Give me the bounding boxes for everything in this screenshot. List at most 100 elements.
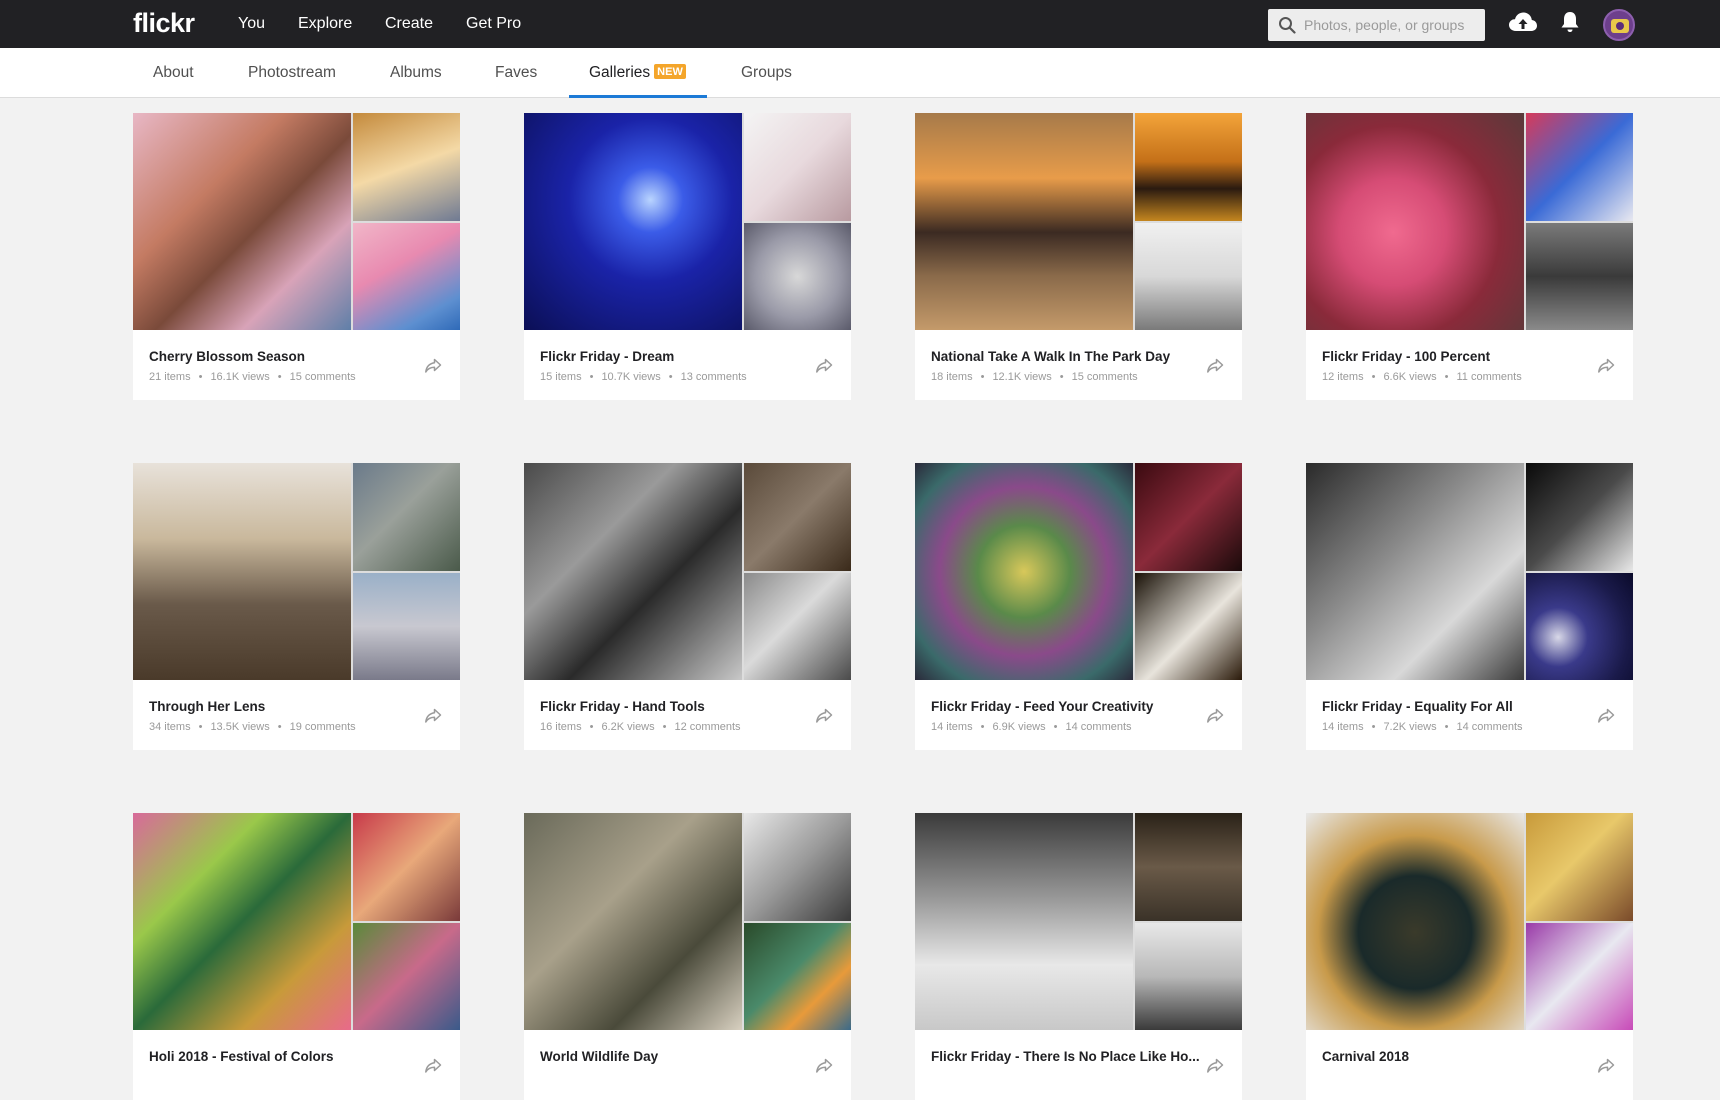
share-arrow-icon[interactable] [424, 358, 442, 374]
gallery-title[interactable]: National Take A Walk In The Park Day [931, 349, 1170, 364]
nav-explore[interactable]: Explore [298, 15, 352, 33]
gallery-cover-photo [915, 813, 1133, 1030]
gallery-comment-count: 15 comments [289, 371, 356, 383]
tab-galleries[interactable]: Galleries NEW [589, 64, 686, 82]
gallery-view-count: 12.1K views [992, 371, 1052, 383]
gallery-cover-mosaic[interactable] [524, 813, 851, 1030]
tab-faves[interactable]: Faves [495, 64, 537, 82]
tab-galleries-label: Galleries [589, 64, 651, 81]
gallery-cover-photo [1306, 463, 1524, 680]
separator-dot: • [980, 721, 985, 733]
separator-dot: • [277, 371, 282, 383]
gallery-cover-mosaic[interactable] [915, 113, 1242, 330]
gallery-card[interactable]: Flickr Friday - Equality For All 14 items… [1306, 463, 1633, 750]
cloud-upload-icon[interactable] [1508, 10, 1538, 36]
share-arrow-icon[interactable] [1597, 358, 1615, 374]
separator-dot: • [198, 371, 203, 383]
gallery-thumb-photo [1135, 573, 1242, 680]
share-arrow-icon[interactable] [424, 1058, 442, 1074]
gallery-cover-photo [915, 113, 1133, 330]
share-arrow-icon[interactable] [1597, 1058, 1615, 1074]
gallery-cover-mosaic[interactable] [1306, 113, 1633, 330]
gallery-cover-mosaic[interactable] [915, 813, 1242, 1030]
flickr-logo[interactable]: flickr [133, 8, 195, 39]
gallery-card[interactable]: National Take A Walk In The Park Day 18 i… [915, 113, 1242, 400]
share-arrow-icon[interactable] [815, 708, 833, 724]
gallery-card[interactable]: Holi 2018 - Festival of Colors •• [133, 813, 460, 1100]
gallery-cover-mosaic[interactable] [133, 813, 460, 1030]
gallery-view-count: 13.5K views [210, 721, 270, 733]
gallery-title[interactable]: Through Her Lens [149, 699, 265, 714]
gallery-title[interactable]: World Wildlife Day [540, 1049, 658, 1064]
magnifier-icon [1279, 17, 1296, 34]
separator-dot: • [1371, 721, 1376, 733]
gallery-title[interactable]: Flickr Friday - Feed Your Creativity [931, 699, 1153, 714]
gallery-cover-photo [524, 463, 742, 680]
gallery-item-count: 18 items [931, 371, 973, 383]
gallery-cover-mosaic[interactable] [1306, 813, 1633, 1030]
user-avatar[interactable] [1603, 9, 1635, 41]
gallery-card[interactable]: Flickr Friday - There Is No Place Like H… [915, 813, 1242, 1100]
tab-groups[interactable]: Groups [741, 64, 792, 82]
gallery-title[interactable]: Flickr Friday - 100 Percent [1322, 349, 1490, 364]
gallery-stats: •• [931, 1071, 971, 1083]
gallery-thumb-photo [353, 223, 460, 330]
search-box[interactable] [1268, 9, 1485, 41]
gallery-thumb-photo [1526, 223, 1633, 330]
share-arrow-icon[interactable] [815, 1058, 833, 1074]
tab-albums[interactable]: Albums [390, 64, 442, 82]
gallery-card[interactable]: Flickr Friday - Feed Your Creativity 14 i… [915, 463, 1242, 750]
nav-create[interactable]: Create [385, 15, 433, 33]
gallery-cover-mosaic[interactable] [133, 463, 460, 680]
gallery-view-count: 7.2K views [1383, 721, 1437, 733]
tab-photostream[interactable]: Photostream [248, 64, 336, 82]
share-arrow-icon[interactable] [1206, 708, 1224, 724]
gallery-view-count: 10.7K views [601, 371, 661, 383]
gallery-title[interactable]: Cherry Blossom Season [149, 349, 305, 364]
gallery-item-count: 14 items [931, 721, 973, 733]
gallery-card[interactable]: Flickr Friday - Hand Tools 16 items • 6.2K … [524, 463, 851, 750]
gallery-title[interactable]: Carnival 2018 [1322, 1049, 1409, 1064]
gallery-title[interactable]: Flickr Friday - Equality For All [1322, 699, 1513, 714]
gallery-cover-mosaic[interactable] [915, 463, 1242, 680]
gallery-thumb-photo [1526, 113, 1633, 221]
share-arrow-icon[interactable] [815, 358, 833, 374]
new-badge: NEW [654, 64, 686, 79]
gallery-thumb-photo [744, 463, 851, 571]
gallery-title[interactable]: Flickr Friday - Dream [540, 349, 674, 364]
gallery-card[interactable]: Cherry Blossom Season 21 items • 16.1K view… [133, 113, 460, 400]
search-input[interactable] [1304, 15, 1479, 35]
share-arrow-icon[interactable] [424, 708, 442, 724]
gallery-card[interactable]: World Wildlife Day •• [524, 813, 851, 1100]
gallery-thumb-photo [353, 463, 460, 571]
bell-icon[interactable] [1560, 10, 1580, 34]
gallery-card[interactable]: Carnival 2018 •• [1306, 813, 1633, 1100]
gallery-thumb-photo [744, 813, 851, 921]
share-arrow-icon[interactable] [1206, 1058, 1224, 1074]
gallery-title[interactable]: Flickr Friday - There Is No Place Like H… [931, 1049, 1200, 1064]
gallery-card[interactable]: Flickr Friday - Dream 15 items • 10.7K view… [524, 113, 851, 400]
gallery-thumb-photo [744, 113, 851, 221]
profile-subnav: About Photostream Albums Faves Galleries… [0, 48, 1720, 98]
gallery-item-count: 12 items [1322, 371, 1364, 383]
gallery-card[interactable]: Through Her Lens 34 items • 13.5K views • 19 … [133, 463, 460, 750]
separator-dot: • [668, 371, 673, 383]
share-arrow-icon[interactable] [1206, 358, 1224, 374]
gallery-card[interactable]: Flickr Friday - 100 Percent 12 items • 6.6K… [1306, 113, 1633, 400]
share-arrow-icon[interactable] [1597, 708, 1615, 724]
gallery-cover-mosaic[interactable] [524, 113, 851, 330]
separator-dot: • [980, 371, 985, 383]
gallery-item-count: 15 items [540, 371, 582, 383]
gallery-view-count: 16.1K views [210, 371, 270, 383]
gallery-title[interactable]: Flickr Friday - Hand Tools [540, 699, 705, 714]
gallery-cover-mosaic[interactable] [1306, 463, 1633, 680]
gallery-cover-mosaic[interactable] [133, 113, 460, 330]
tab-about[interactable]: About [153, 64, 194, 82]
gallery-view-count: 6.9K views [992, 721, 1046, 733]
nav-you[interactable]: You [238, 15, 265, 33]
gallery-cover-photo [524, 113, 742, 330]
gallery-cover-mosaic[interactable] [524, 463, 851, 680]
gallery-title[interactable]: Holi 2018 - Festival of Colors [149, 1049, 334, 1064]
gallery-thumb-photo [353, 923, 460, 1030]
nav-get-pro[interactable]: Get Pro [466, 15, 521, 33]
